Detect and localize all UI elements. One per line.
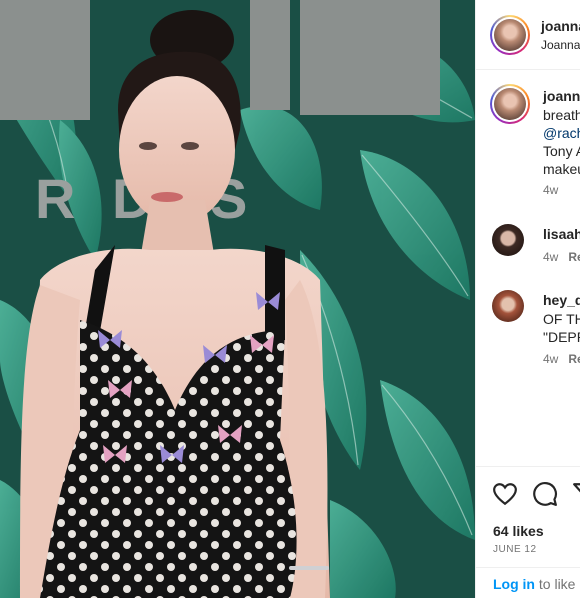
svg-text:R: R — [35, 167, 75, 230]
login-link[interactable]: Log in — [493, 576, 535, 592]
post-photo[interactable]: R D S — [0, 0, 475, 598]
comment-meta: 4w Re — [543, 352, 580, 366]
login-text: to like o — [538, 576, 580, 592]
caption-time: 4w — [543, 183, 559, 197]
comment-line: "DEPR — [543, 329, 580, 345]
caption-username[interactable]: joanna — [543, 88, 580, 104]
caption-mention[interactable]: @rach — [543, 124, 580, 142]
post-actions: 64 likes JUNE 12 Log in to like o — [476, 466, 580, 598]
login-prompt: Log in to like o — [476, 567, 580, 598]
share-icon[interactable] — [572, 481, 580, 507]
comment-meta: 4w Re — [543, 250, 580, 264]
comment-time: 4w — [543, 250, 559, 264]
comment-username[interactable]: hey_d — [543, 292, 580, 308]
reply-button[interactable]: Re — [568, 352, 580, 366]
heart-icon[interactable] — [492, 481, 518, 507]
author-username[interactable]: joanna — [541, 18, 580, 34]
author-subtitle: Joanna — [541, 38, 580, 52]
caption-line: Tony A — [543, 143, 580, 159]
post-header: joanna Joanna — [476, 0, 580, 70]
caption-line: makeu — [543, 161, 580, 177]
comment-avatar[interactable] — [492, 290, 524, 322]
post-side-panel: joanna Joanna joanna breath @rach Tony A… — [475, 0, 580, 598]
reply-button[interactable]: Re — [568, 250, 580, 264]
comment-avatar[interactable] — [492, 224, 524, 256]
comment-time: 4w — [543, 352, 559, 366]
caption-line: breath — [543, 107, 580, 123]
post-image: R D S — [0, 0, 475, 598]
author-avatar[interactable] — [490, 15, 530, 55]
comment-line: OF TH — [543, 311, 580, 327]
likes-count[interactable]: 64 likes — [493, 523, 544, 539]
post-date: JUNE 12 — [493, 544, 537, 555]
comment-icon[interactable] — [532, 481, 558, 507]
caption-avatar[interactable] — [490, 84, 530, 124]
comment-username[interactable]: lisaah — [543, 226, 580, 242]
